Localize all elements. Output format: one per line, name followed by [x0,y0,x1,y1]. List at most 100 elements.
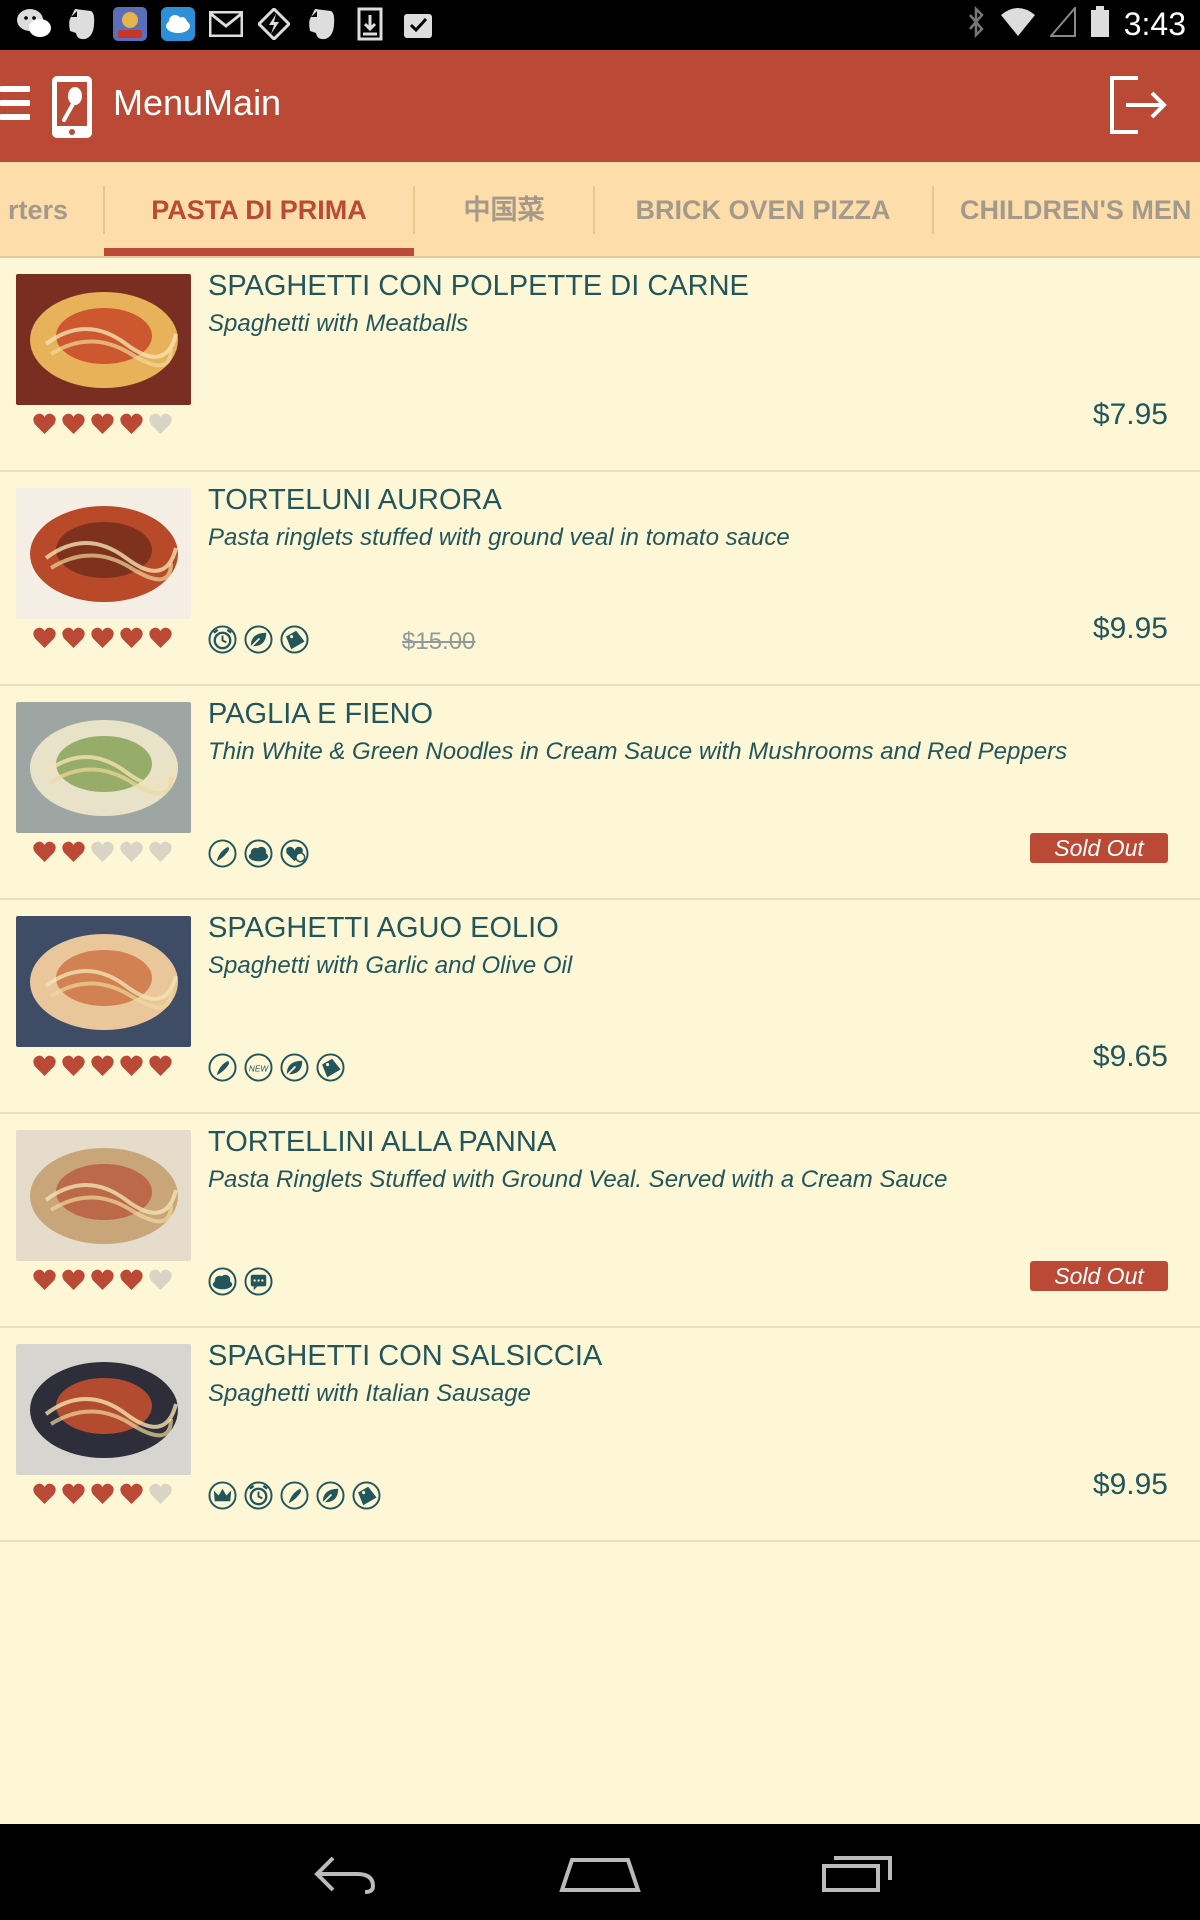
feature-icons: NEW [208,1053,345,1082]
item-price: $9.95 [1092,1468,1168,1501]
download-icon [352,6,388,42]
dish-photo[interactable] [16,916,191,1047]
clipboard-check-icon [400,6,436,42]
heart-filled-icon [61,840,86,864]
heart-filled-icon [90,412,115,436]
item-description: Spaghetti with Garlic and Olive Oil [208,952,573,979]
sale-tag-icon [280,625,309,654]
dish-photo[interactable] [16,274,191,405]
heart-filled-icon [90,1054,115,1078]
heart-filled-icon [90,626,115,650]
sold-out-badge: Sold Out [1030,833,1168,863]
rating-hearts [32,1268,173,1292]
menu-item-row[interactable]: TORTELLINI ALLA PANNA Pasta Ringlets Stu… [0,1114,1200,1328]
chili-icon [208,1053,237,1082]
notification-icons [16,6,436,42]
heart-filled-icon [32,1482,57,1506]
tab-starters[interactable]: rters [0,162,78,256]
rating-hearts [32,1054,173,1078]
game-app-icon [112,6,148,42]
heart-filled-icon [32,412,57,436]
rating-hearts [32,412,173,436]
navigation-bar [0,1824,1200,1920]
tab-brick-oven-pizza[interactable]: BRICK OVEN PIZZA [594,162,932,256]
heart-filled-icon [148,1054,173,1078]
item-description: Pasta ringlets stuffed with ground veal … [208,524,790,551]
menu-item-row[interactable]: TORTELUNI AURORA Pasta ringlets stuffed … [0,472,1200,686]
tab-chinese[interactable]: 中国菜 [414,162,594,256]
app-bar: MenuMain [0,50,1200,162]
tab-divider [932,186,934,234]
menu-item-row[interactable]: PAGLIA E FIENO Thin White & Green Noodle… [0,686,1200,900]
heart-filled-icon [61,1268,86,1292]
heart-filled-icon [61,1054,86,1078]
heart-filled-icon [119,1054,144,1078]
tab-childrens-menu[interactable]: CHILDREN'S MEN [960,162,1200,256]
rating-hearts [32,1482,173,1506]
feature-icons [208,1267,273,1296]
system-status: 3:43 [966,5,1186,43]
menu-item-row[interactable]: SPAGHETTI AGUO EOLIO Spaghetti with Garl… [0,900,1200,1114]
menu-item-row[interactable]: SPAGHETTI CON SALSICCIA Spaghetti with I… [0,1328,1200,1542]
dish-photo[interactable] [16,1130,191,1261]
tab-pasta-di-prima[interactable]: PASTA DI PRIMA [104,162,414,256]
item-price: $9.65 [1092,1040,1168,1073]
alarm-clock-icon [208,625,237,654]
gmail-icon [208,6,244,42]
heart-filled-icon [119,412,144,436]
chili-icon [280,1481,309,1510]
dish-photo[interactable] [16,488,191,619]
battery-icon [1090,6,1110,43]
heart-filled-icon [90,1482,115,1506]
original-price: $15.00 [402,628,476,655]
menu-app-logo-icon [50,74,94,140]
signal-icon [1048,5,1076,42]
chili-icon [208,839,237,868]
heart-empty-icon [148,412,173,436]
heart-plus-icon [280,839,309,868]
heart-empty-icon [148,840,173,864]
logout-icon[interactable] [1104,72,1170,138]
menu-item-row[interactable]: SPAGHETTI CON POLPETTE DI CARNE Spaghett… [0,258,1200,472]
sale-tag-icon [316,1053,345,1082]
new-badge-icon: NEW [244,1053,273,1082]
menu-item-list: SPAGHETTI CON POLPETTE DI CARNE Spaghett… [0,258,1200,1542]
wifi-icon [1000,7,1036,42]
leaf-icon [244,625,273,654]
bluetooth-icon [966,5,986,43]
recent-apps-icon[interactable] [818,1848,898,1898]
back-icon[interactable] [303,1848,383,1898]
heart-empty-icon [148,1482,173,1506]
cloud-icon [208,1267,237,1296]
home-icon[interactable] [558,1848,641,1898]
chat-icon [244,1267,273,1296]
item-name: SPAGHETTI CON SALSICCIA [208,1340,603,1372]
hamburger-icon[interactable] [0,86,30,126]
alarm-clock-icon [244,1481,273,1510]
sale-tag-icon [352,1481,381,1510]
active-tab-indicator [104,248,414,256]
item-price: $7.95 [1092,398,1168,431]
wechat-icon [16,6,52,42]
evernote-icon [304,6,340,42]
item-name: TORTELLINI ALLA PANNA [208,1126,557,1158]
leaf-icon [280,1053,309,1082]
heart-empty-icon [90,840,115,864]
heart-filled-icon [61,1482,86,1506]
heart-filled-icon [32,626,57,650]
dish-photo[interactable] [16,702,191,833]
feature-icons [208,625,309,654]
heart-filled-icon [61,626,86,650]
feature-icons [208,1481,381,1510]
leaf-icon [316,1481,345,1510]
heart-filled-icon [119,626,144,650]
heart-empty-icon [119,840,144,864]
heart-filled-icon [90,1268,115,1292]
status-bar: 3:43 [0,0,1200,50]
item-description: Spaghetti with Meatballs [208,310,469,337]
dish-photo[interactable] [16,1344,191,1475]
item-name: SPAGHETTI CON POLPETTE DI CARNE [208,270,749,302]
heart-filled-icon [32,840,57,864]
item-description: Spaghetti with Italian Sausage [208,1380,531,1407]
bolt-icon [256,6,292,42]
